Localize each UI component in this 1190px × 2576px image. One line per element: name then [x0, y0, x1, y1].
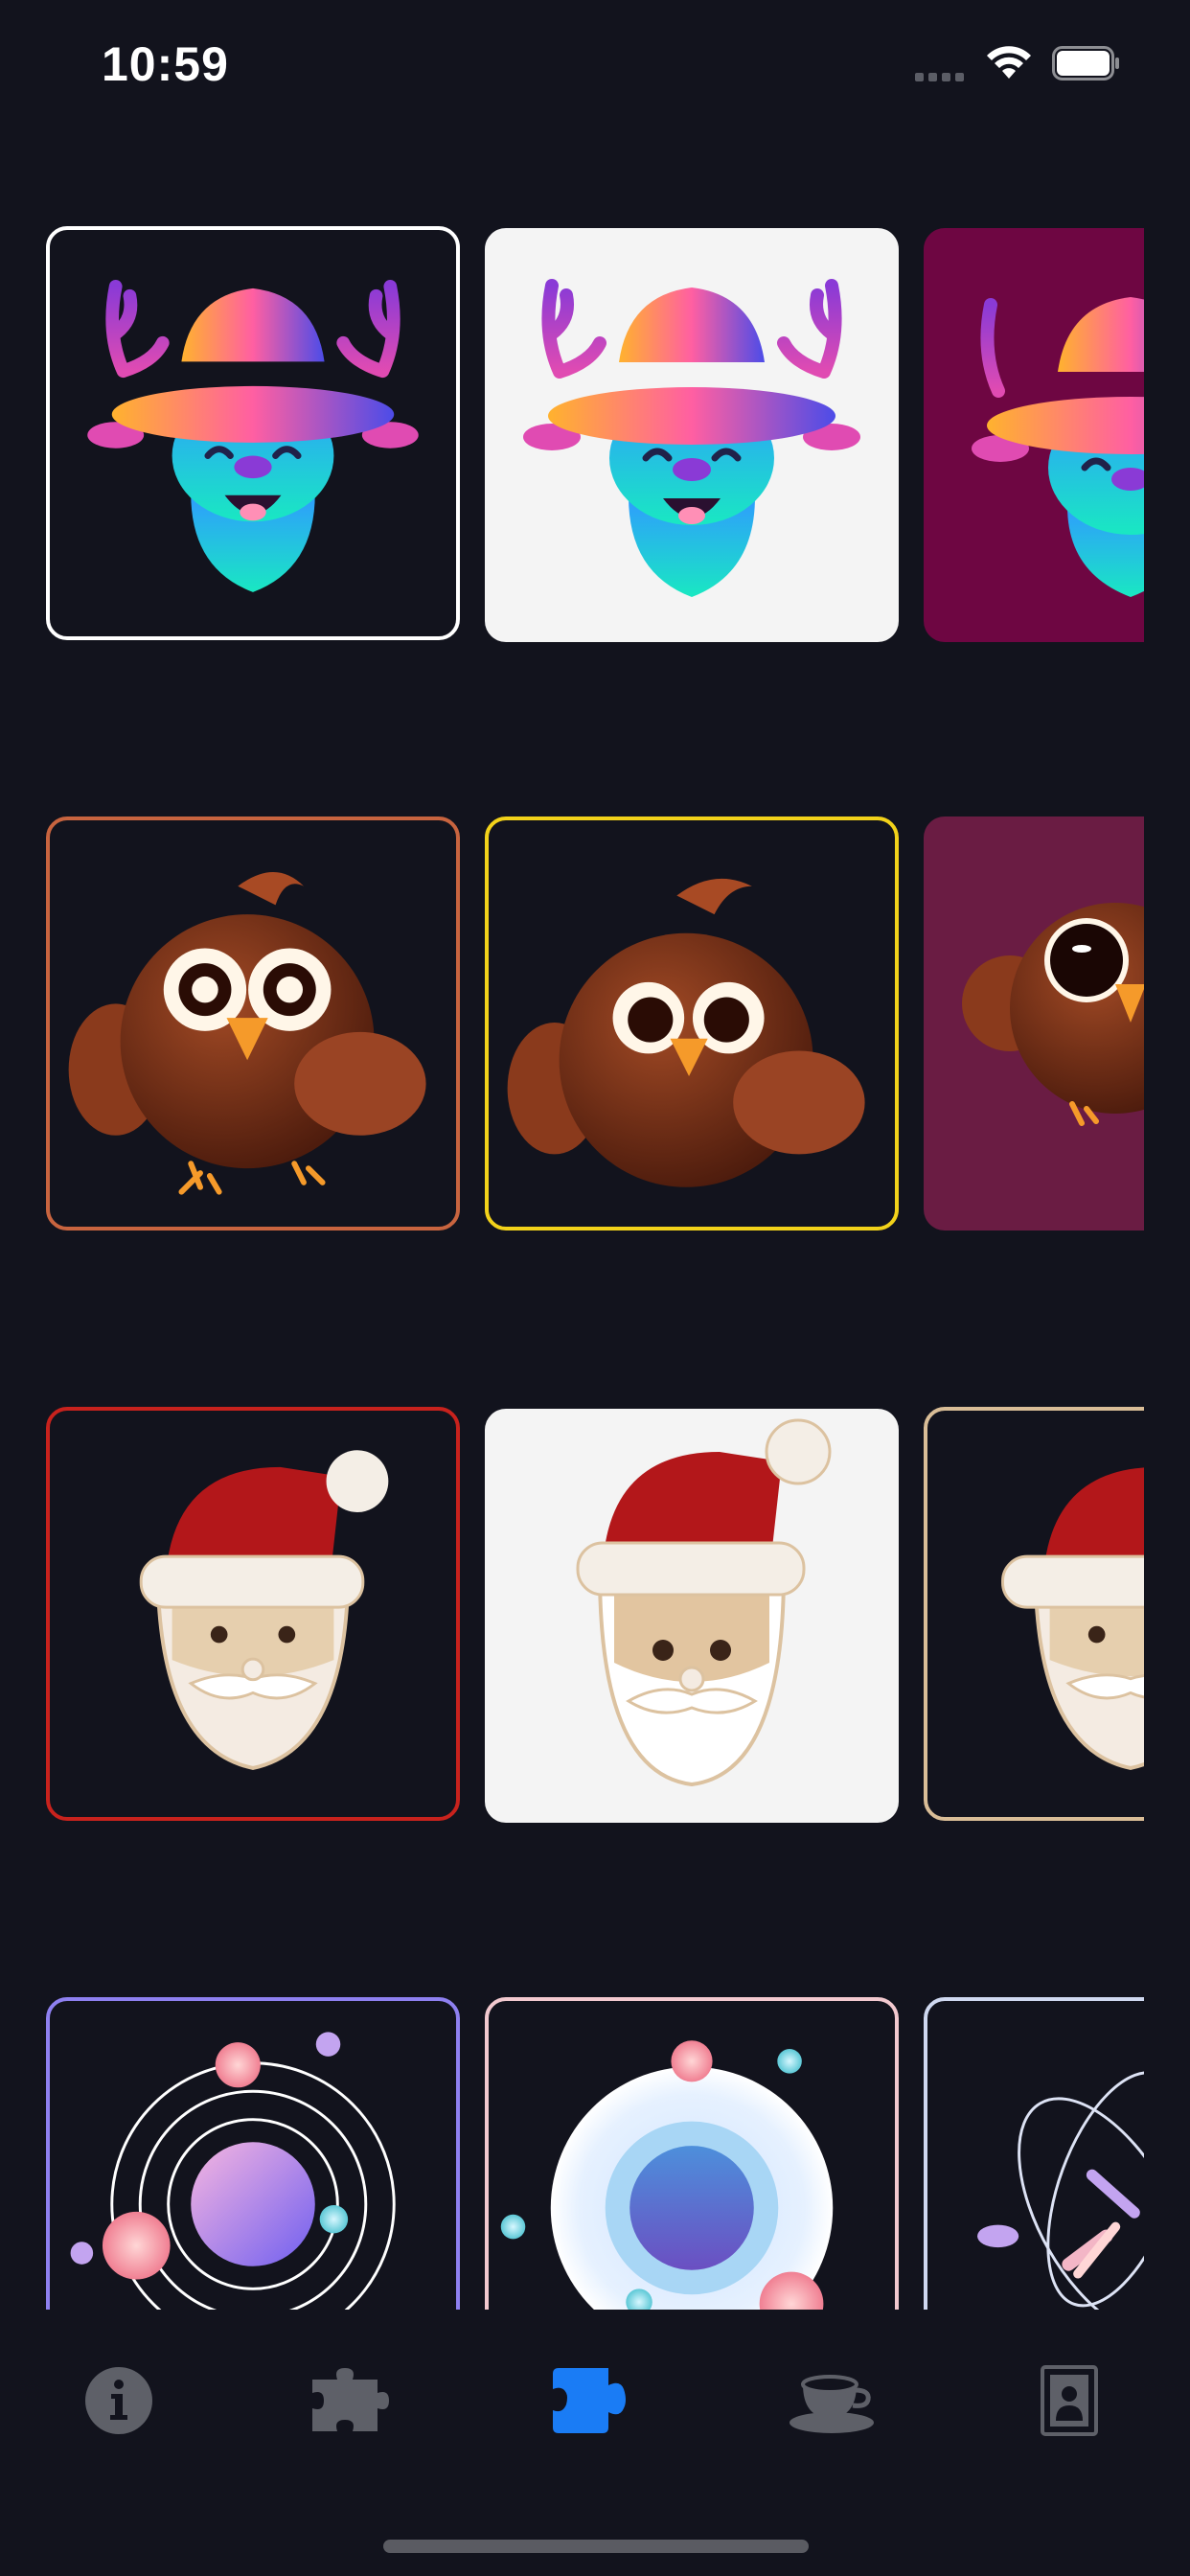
sticker-tile-owl-plum[interactable]	[924, 816, 1144, 1230]
puzzle-icon	[553, 2368, 626, 2433]
puzzle-icon	[312, 2368, 389, 2431]
sticker-tile-santa-beige[interactable]	[924, 1407, 1144, 1821]
owl-icon	[962, 903, 1144, 1126]
coffee-cup-icon	[790, 2375, 874, 2433]
sticker-tile-owl-yellow[interactable]	[485, 816, 899, 1230]
sticker-tile-planet-lines[interactable]	[924, 1997, 1144, 2310]
sticker-tile-owl-orange[interactable]	[46, 816, 460, 1230]
sticker-tile-deer-magenta[interactable]	[924, 228, 1144, 642]
tab-puzzle-active[interactable]	[537, 2348, 652, 2453]
orbit-lines-icon	[977, 2071, 1144, 2310]
sticker-grid	[0, 0, 1144, 2310]
santa-icon	[1001, 1467, 1144, 1770]
santa-icon	[139, 1450, 389, 1770]
sticker-tile-deer-light[interactable]	[485, 228, 899, 642]
sticker-tile-planet-violet[interactable]	[46, 1997, 460, 2310]
deer-icon	[972, 297, 1144, 597]
planet-orbit-icon	[70, 2032, 396, 2310]
sticker-tile-santa-light[interactable]	[485, 1409, 899, 1823]
sticker-tile-deer-dark[interactable]	[46, 226, 460, 640]
info-icon	[85, 2367, 152, 2434]
portrait-frame-icon	[1041, 2365, 1098, 2436]
sticker-tile-planet-sphere[interactable]	[485, 1997, 899, 2310]
tab-puzzle[interactable]	[299, 2348, 414, 2453]
santa-icon	[576, 1418, 832, 1787]
tab-bar	[0, 2310, 1190, 2576]
sticker-tile-santa-red[interactable]	[46, 1407, 460, 1821]
owl-icon	[68, 871, 426, 1195]
home-indicator[interactable]	[383, 2540, 809, 2553]
owl-icon	[507, 878, 865, 1187]
deer-icon	[87, 280, 419, 592]
tab-info[interactable]	[61, 2348, 176, 2453]
tab-portrait[interactable]	[1012, 2348, 1127, 2453]
planet-sphere-icon	[500, 2040, 834, 2310]
tab-coffee[interactable]	[774, 2348, 889, 2453]
deer-icon	[523, 279, 860, 597]
